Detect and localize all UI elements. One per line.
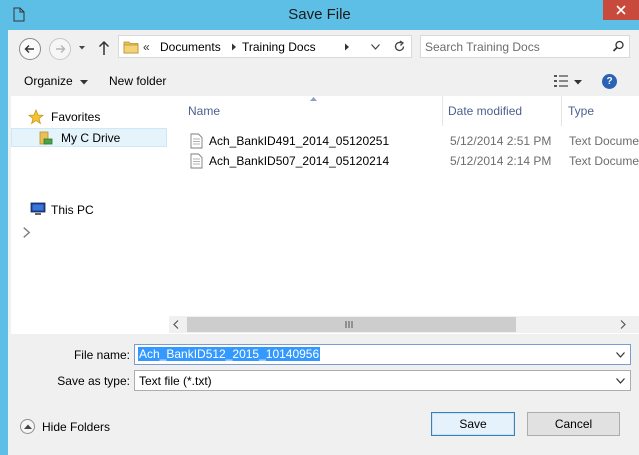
breadcrumb-documents[interactable]: Documents <box>160 40 221 54</box>
computer-icon <box>30 202 46 215</box>
breadcrumb-overflow[interactable]: « <box>143 40 150 54</box>
grip-icon <box>345 321 353 328</box>
file-list: Name Date modified Type Ach_BankID491_20… <box>169 96 639 334</box>
nav-item-label: Favorites <box>51 110 101 124</box>
hide-folders-label: Hide Folders <box>42 420 111 434</box>
file-name-field[interactable]: Ach_BankID512_2015_10140956 <box>134 344 631 365</box>
collapse-circle-icon <box>20 419 35 434</box>
nav-item-my-c-drive[interactable]: My C Drive <box>11 128 167 147</box>
expand-chevron-icon[interactable] <box>21 227 32 238</box>
text-file-icon <box>190 133 203 149</box>
column-header-date-modified[interactable]: Date modified <box>443 96 561 126</box>
save-as-type-label: Save as type: <box>57 374 130 388</box>
organize-button[interactable]: Organize <box>24 74 92 90</box>
help-icon[interactable]: ? <box>602 74 617 89</box>
column-header-label: Date modified <box>448 104 523 118</box>
window-title: Save File <box>288 6 351 23</box>
file-name-label: File name: <box>73 348 130 362</box>
chevron-down-icon[interactable] <box>574 80 582 85</box>
breadcrumb-training-docs[interactable]: Training Docs <box>242 40 316 54</box>
arrow-left-icon <box>24 45 34 53</box>
save-button[interactable]: Save <box>431 412 515 436</box>
column-header-label: Name <box>188 104 221 118</box>
nav-item-label: My C Drive <box>61 131 121 145</box>
file-name: Ach_BankID507_2014_05120214 <box>209 154 390 168</box>
search-icon[interactable] <box>612 40 625 53</box>
star-icon <box>28 109 44 125</box>
table-row[interactable]: Ach_BankID491_2014_05120251 5/12/2014 2:… <box>169 131 639 151</box>
column-header-name[interactable]: Name <box>169 96 442 126</box>
close-button[interactable] <box>603 0 639 20</box>
window-edge <box>635 393 639 455</box>
refresh-icon[interactable] <box>393 40 406 53</box>
file-date: 5/12/2014 2:51 PM <box>450 134 552 148</box>
view-options-icon[interactable] <box>554 75 568 87</box>
file-date: 5/12/2014 2:14 PM <box>450 154 552 168</box>
chevron-right-icon[interactable] <box>344 43 350 51</box>
chevron-down-icon[interactable] <box>616 378 625 384</box>
nav-item-this-pc[interactable]: This PC <box>11 201 167 220</box>
save-as-type-value: Text file (*.txt) <box>139 374 212 388</box>
file-type: Text Document <box>569 154 639 168</box>
navigation-pane: Favorites My C Drive This PC <box>11 96 169 334</box>
arrow-right-icon <box>56 45 66 53</box>
folder-icon <box>123 41 139 54</box>
scroll-right-icon[interactable] <box>620 320 626 329</box>
file-name-input[interactable]: Ach_BankID512_2015_10140956 <box>138 347 321 361</box>
file-type: Text Document <box>569 134 639 148</box>
save-as-type-select[interactable]: Text file (*.txt) <box>134 370 631 391</box>
nav-item-label: This PC <box>51 203 94 217</box>
table-row[interactable]: Ach_BankID507_2014_05120214 5/12/2014 2:… <box>169 151 639 171</box>
file-name: Ach_BankID491_2014_05120251 <box>209 134 390 148</box>
search-box[interactable] <box>420 35 630 58</box>
recent-locations-chevron-icon[interactable] <box>77 43 87 53</box>
scroll-left-icon[interactable] <box>173 320 179 329</box>
new-folder-button[interactable]: New folder <box>109 74 175 90</box>
chevron-down-icon[interactable] <box>371 44 380 50</box>
text-file-icon <box>190 153 203 169</box>
chevron-down-icon <box>80 80 88 85</box>
save-file-dialog: Save File « Documents Training Docs Sear… <box>0 0 639 455</box>
chevron-right-icon[interactable] <box>231 43 237 51</box>
dialog-body: « Documents Training Docs Search Trainin… <box>8 30 639 455</box>
organize-label: Organize <box>24 74 73 88</box>
column-header-label: Type <box>568 104 595 118</box>
close-icon <box>616 5 626 15</box>
column-header-type[interactable]: Type <box>562 96 639 126</box>
chevron-down-icon[interactable] <box>616 352 625 358</box>
cancel-button[interactable]: Cancel <box>527 412 620 436</box>
address-bar[interactable]: « Documents Training Docs <box>118 35 412 58</box>
search-input[interactable] <box>425 39 605 54</box>
forward-button[interactable] <box>49 38 71 60</box>
nav-item-favorites[interactable]: Favorites <box>11 108 167 127</box>
new-folder-label: New folder <box>109 74 167 88</box>
scrollbar-thumb[interactable] <box>187 317 516 332</box>
drive-icon <box>39 131 53 145</box>
up-arrow-icon[interactable] <box>97 39 111 57</box>
horizontal-scrollbar[interactable] <box>169 316 639 333</box>
back-button[interactable] <box>19 38 41 60</box>
title-bar: Save File <box>0 0 639 30</box>
